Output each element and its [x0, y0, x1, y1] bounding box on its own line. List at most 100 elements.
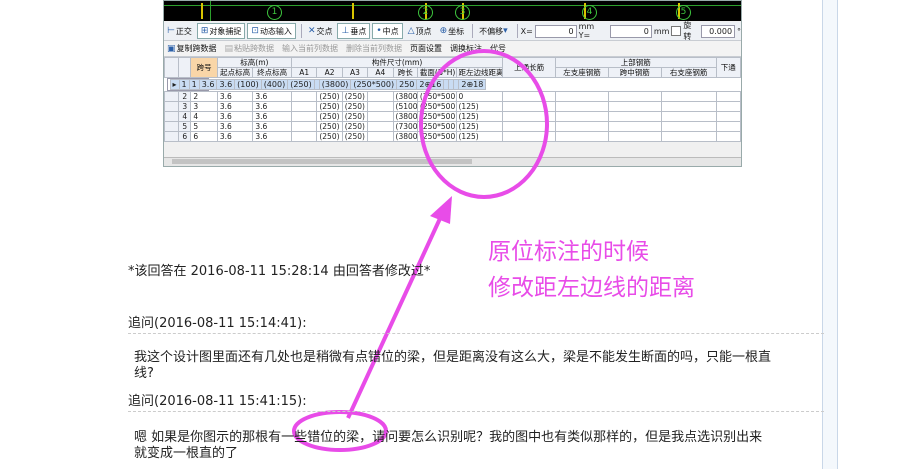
cell-sec[interactable]: (250*500) [416, 121, 457, 132]
cell-sec[interactable]: (250*500) [416, 91, 457, 102]
dynamic-input-button[interactable]: ⊡ 动态输入 [247, 23, 296, 39]
cell-start[interactable]: 3.6 [216, 111, 254, 122]
perpendicular-button[interactable]: ⊥ 垂点 [337, 23, 371, 39]
rebar-code-button[interactable]: 代号 [487, 42, 509, 56]
cell-dist[interactable]: 250 [396, 79, 418, 90]
cell-a2[interactable]: (250) [316, 101, 343, 112]
page-setup-button[interactable]: 页面设置 [407, 42, 445, 56]
table-row[interactable]: 553.63.6(250)(250)(7300)(250*500)(125) [164, 121, 741, 132]
cell-span[interactable]: 6 [190, 131, 218, 142]
cell-span[interactable]: 3 [190, 101, 218, 112]
table-row[interactable]: 443.63.6(250)(250)(3800)(250*500)(125) [164, 111, 741, 122]
ortho-button[interactable]: ⊢ 正交 [164, 24, 195, 38]
row-indicator[interactable]: ▸ [169, 79, 180, 90]
intersection-button[interactable]: ✕ 交点 [305, 24, 336, 38]
swap-label-button[interactable]: 调换标注 [447, 42, 485, 56]
cell-rs[interactable] [660, 91, 717, 102]
cell-rs[interactable] [660, 121, 717, 132]
cell-a1[interactable] [290, 101, 318, 112]
cell-start[interactable]: 3.6 [198, 79, 218, 90]
cell-a3[interactable]: (250) [341, 101, 369, 112]
row-indicator[interactable] [164, 131, 180, 142]
cell-sec[interactable]: (250*500) [416, 111, 457, 122]
cell-a2[interactable]: (400) [260, 79, 289, 90]
cell-up[interactable] [502, 131, 557, 142]
cell-mid[interactable] [607, 131, 662, 142]
cell-a4[interactable] [367, 101, 394, 112]
cell-a1[interactable] [290, 91, 318, 102]
cell-len[interactable]: (3800) [392, 91, 418, 102]
cell-a2[interactable]: (250) [316, 131, 343, 142]
paste-span-button[interactable]: ▤ 粘贴跨数据 [222, 42, 278, 56]
cell-len[interactable]: (7300) [392, 121, 418, 132]
cell-start[interactable]: 3.6 [216, 91, 254, 102]
cell-dist[interactable]: (125) [455, 111, 504, 122]
cell-span[interactable]: 2 [190, 91, 218, 102]
cell-a3[interactable]: (250) [341, 121, 369, 132]
cell-mid[interactable] [607, 91, 662, 102]
cell-up[interactable] [502, 91, 557, 102]
cell-sec[interactable]: (250*500) [416, 131, 457, 142]
row-indicator[interactable] [164, 91, 180, 102]
cell-down[interactable] [715, 121, 741, 132]
cell-ls[interactable] [555, 121, 609, 132]
table-row[interactable]: 333.63.6(250)(250)(5100)(250*500)(125) [164, 101, 741, 112]
cell-len[interactable]: (5100) [392, 101, 418, 112]
coordinate-button[interactable]: ⊕ 坐标 [437, 24, 468, 38]
cell-ls[interactable] [555, 131, 609, 142]
row-indicator[interactable] [164, 121, 180, 132]
input-column-button[interactable]: 输入当前列数据 [279, 42, 341, 56]
cell-end[interactable]: 3.6 [216, 79, 236, 90]
cell-down[interactable]: 2⊕18 [458, 79, 487, 90]
cell-a3[interactable]: (250) [287, 79, 315, 90]
cell-ls[interactable] [555, 111, 609, 122]
cell-mid[interactable] [607, 111, 662, 122]
row-indicator[interactable] [164, 101, 180, 112]
cell-a1[interactable]: (100) [234, 79, 262, 90]
cell-a1[interactable] [290, 111, 318, 122]
scroll-thumb[interactable] [172, 159, 472, 164]
cell-rs[interactable] [660, 111, 717, 122]
rotate-input[interactable]: 0.000 [701, 24, 736, 38]
cell-rs[interactable] [660, 131, 717, 142]
cell-a4[interactable] [367, 111, 394, 122]
cell-end[interactable]: 3.6 [252, 101, 292, 112]
offset-mode-select[interactable]: 不偏移 ▾ [476, 24, 512, 38]
cell-a4[interactable] [367, 91, 394, 102]
cell-a2[interactable]: (250) [316, 91, 343, 102]
cell-a1[interactable] [290, 121, 318, 132]
cell-a3[interactable]: (250) [341, 111, 369, 122]
midpoint-button[interactable]: • 中点 [372, 23, 403, 39]
snap-button[interactable]: ⊞ 对象捕捉 [196, 23, 246, 39]
cell-end[interactable]: 3.6 [252, 91, 292, 102]
cell-down[interactable] [715, 111, 741, 122]
cell-a3[interactable]: (250) [341, 131, 369, 142]
cell-start[interactable]: 3.6 [216, 121, 254, 132]
cell-down[interactable] [715, 131, 741, 142]
cell-a1[interactable] [290, 131, 318, 142]
cell-dist[interactable]: 0 [455, 91, 504, 102]
cell-end[interactable]: 3.6 [252, 121, 292, 132]
right-scrollbar[interactable] [822, 0, 838, 469]
y-input[interactable]: 0 [610, 24, 652, 38]
cell-len[interactable]: (3800) [392, 131, 418, 142]
cell-up[interactable] [502, 101, 557, 112]
cell-ls[interactable] [555, 101, 609, 112]
cell-a4[interactable] [367, 121, 394, 132]
cell-len[interactable]: (3800) [318, 79, 352, 90]
cell-sec[interactable]: (250*500) [350, 79, 398, 90]
cell-dist[interactable]: (125) [455, 101, 504, 112]
cell-span[interactable]: 4 [190, 111, 218, 122]
cell-up[interactable] [502, 111, 557, 122]
row-indicator[interactable] [164, 111, 180, 122]
cell-span[interactable]: 5 [190, 121, 218, 132]
table-row[interactable]: ▸ 1 1 3.6 3.6 (100) (400) (250) (3800) (250*500) 2… [166, 78, 487, 91]
cell-start[interactable]: 3.6 [216, 131, 254, 142]
cell-rs[interactable] [660, 101, 717, 112]
cell-ls[interactable] [555, 91, 609, 102]
cell-mid[interactable] [607, 101, 662, 112]
cell-up[interactable]: 2⊕16 [416, 79, 445, 90]
vertex-button[interactable]: △ 顶点 [405, 24, 435, 38]
horizontal-scrollbar[interactable] [164, 157, 741, 166]
cell-dist[interactable]: (125) [455, 131, 504, 142]
